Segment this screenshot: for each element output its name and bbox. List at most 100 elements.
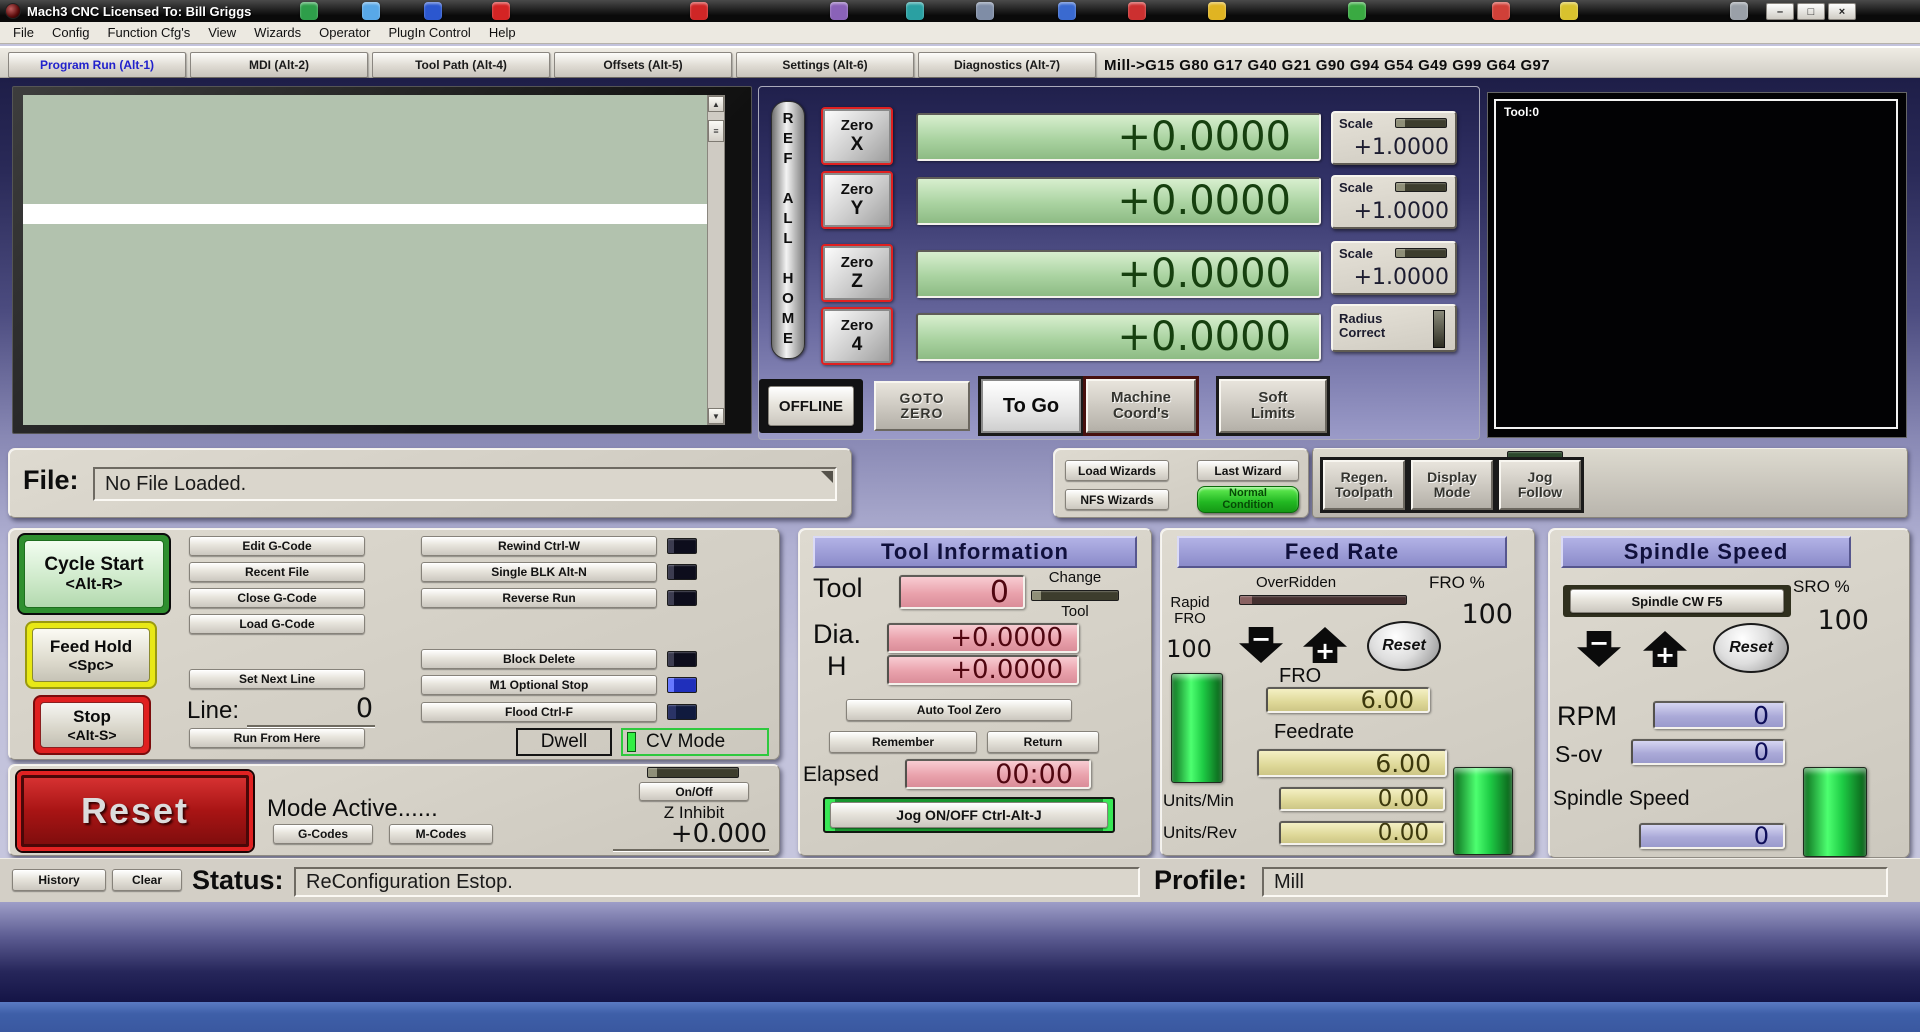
load-gcode-button[interactable]: Load G-Code (189, 614, 365, 634)
z-inhibit-onoff-button[interactable]: On/Off (639, 782, 749, 801)
zero-y-button[interactable]: Zero Y (821, 171, 893, 229)
desktop-icon[interactable] (1348, 2, 1366, 20)
clear-button[interactable]: Clear (112, 869, 182, 891)
tab-tool-path[interactable]: Tool Path (Alt-4) (372, 52, 550, 78)
reverse-run-button[interactable]: Reverse Run (421, 588, 657, 608)
goto-zero-button[interactable]: GOTO ZERO (874, 381, 970, 431)
tab-settings[interactable]: Settings (Alt-6) (736, 52, 914, 78)
menu-help[interactable]: Help (480, 22, 525, 43)
desktop-icon[interactable] (690, 2, 708, 20)
menu-function-cfgs[interactable]: Function Cfg's (99, 22, 200, 43)
fro-reset-button[interactable]: Reset (1367, 621, 1441, 671)
edit-gcode-button[interactable]: Edit G-Code (189, 536, 365, 556)
z-axis-dro[interactable]: +0.0000 (916, 250, 1321, 298)
auto-tool-zero-button[interactable]: Auto Tool Zero (846, 699, 1072, 721)
scrollbar-thumb[interactable]: ≡ (708, 120, 724, 142)
set-next-line-button[interactable]: Set Next Line (189, 669, 365, 689)
run-from-here-button[interactable]: Run From Here (189, 728, 365, 748)
close-button[interactable]: × (1828, 3, 1856, 20)
toolpath-display[interactable]: Tool:0 (1487, 92, 1907, 438)
desktop-icon[interactable] (1560, 2, 1578, 20)
remember-button[interactable]: Remember (829, 731, 977, 753)
tab-mdi[interactable]: MDI (Alt-2) (190, 52, 368, 78)
stop-button[interactable]: Stop <Alt-S> (33, 695, 151, 755)
m-codes-button[interactable]: M-Codes (389, 824, 493, 844)
jog-onoff-button[interactable]: Jog ON/OFF Ctrl-Alt-J (830, 802, 1108, 828)
file-field[interactable]: No File Loaded. (93, 467, 837, 501)
spindle-plus-button[interactable]: + (1643, 631, 1687, 667)
zero-z-button[interactable]: Zero Z (821, 244, 893, 302)
cycle-start-button[interactable]: Cycle Start <Alt-R> (17, 533, 171, 615)
axis4-dro[interactable]: +0.0000 (916, 313, 1321, 361)
zero-x-button[interactable]: Zero X (821, 107, 893, 165)
gcode-scrollbar[interactable]: ▲ ≡ ▼ (707, 95, 725, 425)
ref-all-home-button[interactable]: REF ALL HOME (771, 101, 805, 359)
desktop-icon[interactable] (424, 2, 442, 20)
desktop-icon[interactable] (1208, 2, 1226, 20)
desktop-icon[interactable] (1492, 2, 1510, 20)
desktop-icon[interactable] (830, 2, 848, 20)
scale-y-dro[interactable]: +1.0000 (1341, 199, 1449, 224)
desktop-icon[interactable] (906, 2, 924, 20)
history-button[interactable]: History (12, 869, 106, 891)
desktop-icon[interactable] (976, 2, 994, 20)
x-axis-dro[interactable]: +0.0000 (916, 113, 1321, 161)
block-delete-button[interactable]: Block Delete (421, 649, 657, 669)
menu-view[interactable]: View (199, 22, 245, 43)
close-gcode-button[interactable]: Close G-Code (189, 588, 365, 608)
return-button[interactable]: Return (987, 731, 1099, 753)
scrollbar-up-icon[interactable]: ▲ (708, 96, 724, 112)
scale-z-dro[interactable]: +1.0000 (1341, 265, 1449, 290)
tool-number-dro[interactable]: 0 (899, 575, 1025, 610)
feed-minus-button[interactable]: − (1239, 627, 1283, 663)
z-inhibit-dro[interactable]: +0.000 (619, 819, 767, 849)
tab-program-run[interactable]: Program Run (Alt-1) (8, 52, 186, 78)
cv-mode-button[interactable]: CV Mode (621, 728, 769, 756)
tab-diagnostics[interactable]: Diagnostics (Alt-7) (918, 52, 1096, 78)
tab-offsets[interactable]: Offsets (Alt-5) (554, 52, 732, 78)
line-number-dro[interactable]: 0 (309, 693, 373, 724)
menu-plugin-control[interactable]: PlugIn Control (379, 22, 479, 43)
fro-dro[interactable]: 6.00 (1266, 686, 1430, 714)
spindle-cw-button[interactable]: Spindle CW F5 (1570, 589, 1784, 613)
menu-config[interactable]: Config (43, 22, 99, 43)
to-go-button[interactable]: To Go (981, 379, 1081, 433)
feedrate-dro[interactable]: 6.00 (1257, 749, 1447, 778)
offline-button[interactable]: OFFLINE (768, 386, 854, 426)
desktop-icon[interactable] (1058, 2, 1076, 20)
menu-wizards[interactable]: Wizards (245, 22, 310, 43)
spindle-speed-dro[interactable]: 0 (1639, 822, 1785, 850)
display-mode-button[interactable]: Display Mode (1411, 460, 1493, 510)
nfs-wizards-button[interactable]: NFS Wizards (1065, 489, 1169, 510)
desktop-icon[interactable] (492, 2, 510, 20)
sro-reset-button[interactable]: Reset (1713, 623, 1789, 673)
feed-hold-button[interactable]: Feed Hold <Spc> (25, 621, 157, 689)
reset-button[interactable]: Reset (17, 771, 253, 851)
regen-toolpath-button[interactable]: Regen. Toolpath (1323, 460, 1405, 510)
scrollbar-down-icon[interactable]: ▼ (708, 408, 724, 424)
flood-button[interactable]: Flood Ctrl-F (421, 702, 657, 722)
spindle-minus-button[interactable]: − (1577, 631, 1621, 667)
scale-x-dro[interactable]: +1.0000 (1341, 135, 1449, 160)
minimize-button[interactable]: – (1766, 3, 1794, 20)
menu-operator[interactable]: Operator (310, 22, 379, 43)
single-blk-button[interactable]: Single BLK Alt-N (421, 562, 657, 582)
m1-optional-stop-button[interactable]: M1 Optional Stop (421, 675, 657, 695)
h-dro[interactable]: +0.0000 (887, 655, 1079, 685)
gcode-list[interactable] (23, 95, 707, 425)
desktop-icon[interactable] (1128, 2, 1146, 20)
y-axis-dro[interactable]: +0.0000 (916, 177, 1321, 225)
desktop-icon[interactable] (1730, 2, 1748, 20)
recent-file-button[interactable]: Recent File (189, 562, 365, 582)
machine-coords-button[interactable]: Machine Coord's (1086, 379, 1196, 433)
dia-dro[interactable]: +0.0000 (887, 623, 1079, 653)
last-wizard-button[interactable]: Last Wizard (1197, 460, 1299, 481)
menu-file[interactable]: File (4, 22, 43, 43)
maximize-button[interactable]: □ (1797, 3, 1825, 20)
radius-correct-button[interactable]: Radius Correct (1331, 304, 1457, 352)
jog-follow-button[interactable]: Jog Follow (1499, 460, 1581, 510)
feed-plus-button[interactable]: + (1303, 627, 1347, 663)
load-wizards-button[interactable]: Load Wizards (1065, 460, 1169, 481)
desktop-icon[interactable] (300, 2, 318, 20)
soft-limits-button[interactable]: Soft Limits (1219, 379, 1327, 433)
